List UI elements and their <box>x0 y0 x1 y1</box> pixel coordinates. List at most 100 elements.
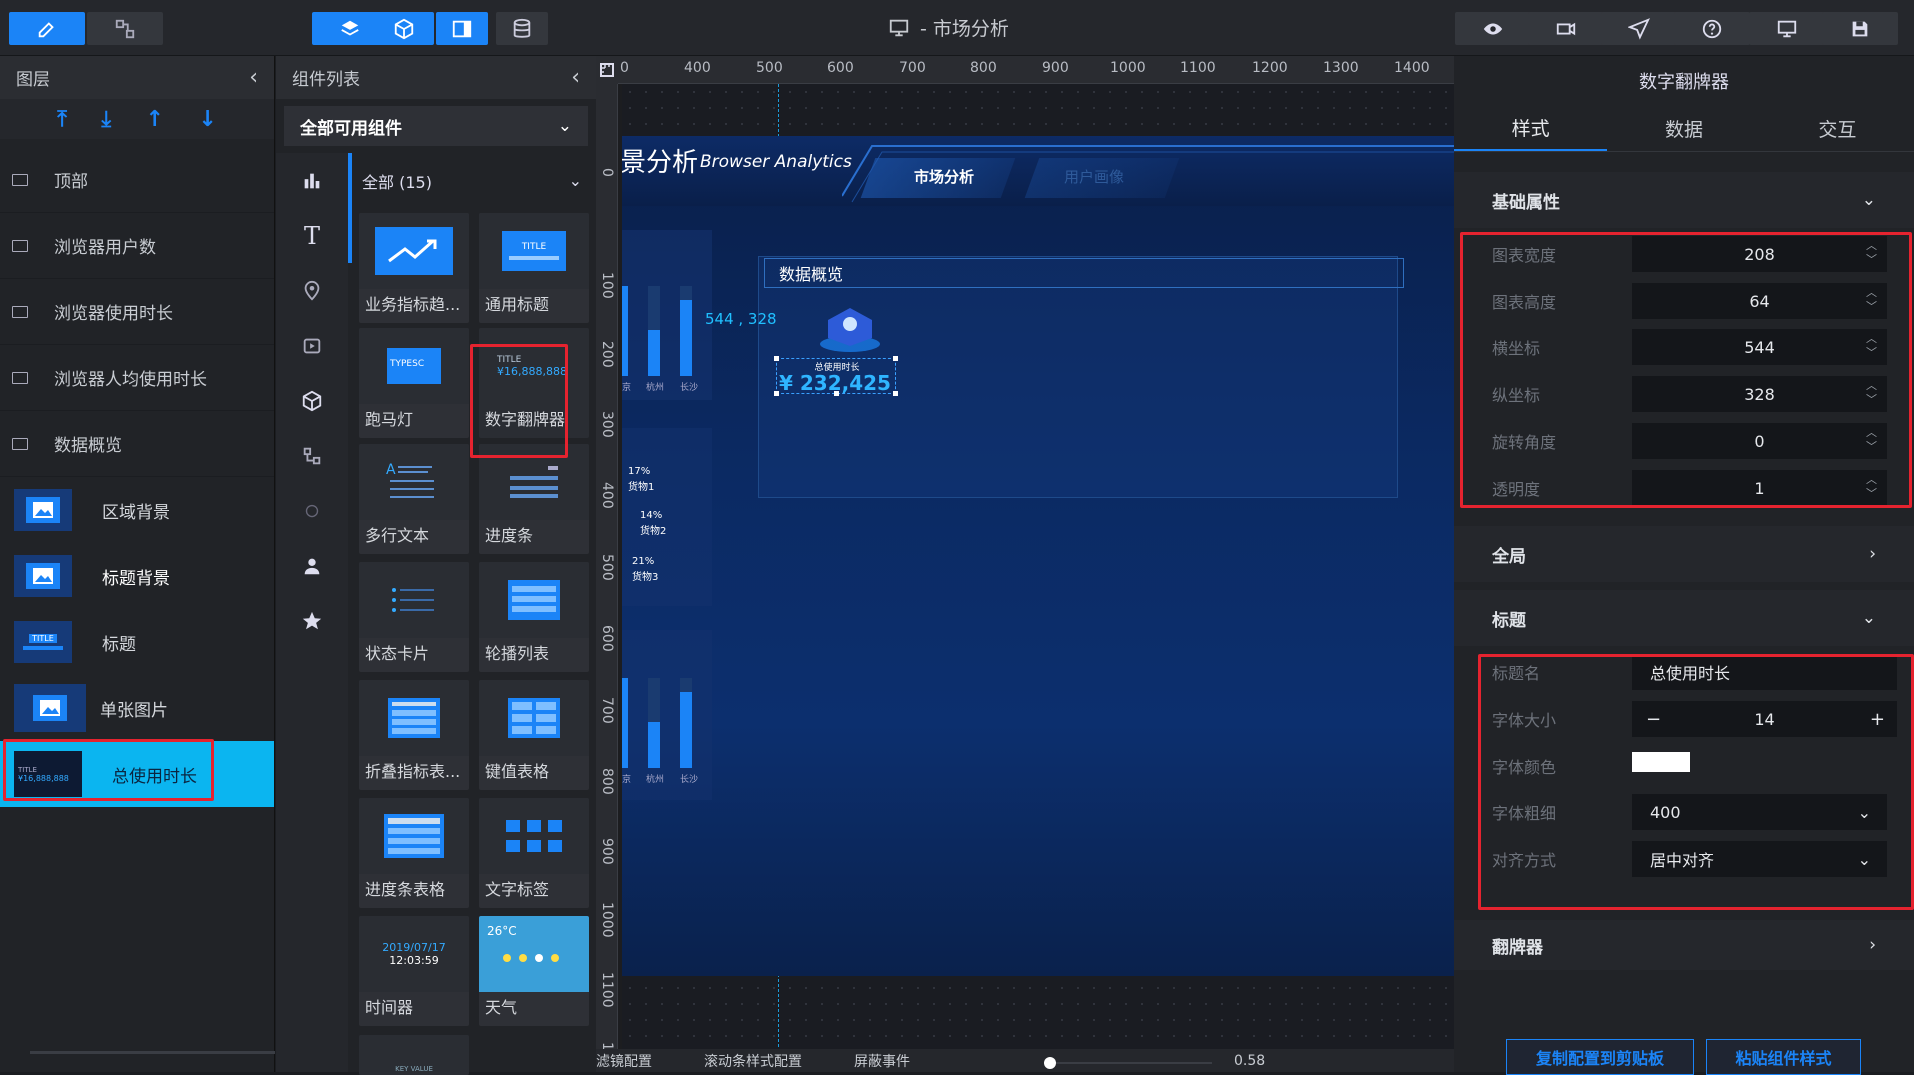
category-favorite[interactable] <box>276 593 348 648</box>
category-media[interactable] <box>276 318 348 373</box>
font-size-stepper[interactable]: − 14 + <box>1632 701 1897 737</box>
database-button[interactable] <box>496 12 548 45</box>
tab-style[interactable]: 样式 <box>1454 106 1608 151</box>
x-input[interactable]: 544 ︿ ﹀ <box>1632 329 1887 365</box>
config-toggle-button[interactable] <box>436 12 488 45</box>
height-input[interactable]: 64 ︿ ﹀ <box>1632 283 1887 319</box>
section-global[interactable]: 全局 › <box>1454 526 1914 582</box>
category-text[interactable]: T <box>276 208 348 263</box>
y-input[interactable]: 328 ︿ ﹀ <box>1632 376 1887 412</box>
layer-scrollbar[interactable] <box>30 1051 275 1054</box>
plus-icon[interactable]: + <box>1870 709 1885 730</box>
resize-handle[interactable] <box>774 356 779 361</box>
layer-item[interactable]: 标题背景 <box>0 543 274 609</box>
font-color-swatch[interactable] <box>1632 752 1690 772</box>
layer-item-selected[interactable]: TITLE ¥16,888,888 总使用时长 <box>0 741 274 807</box>
prop-label: 字体颜色 <box>1492 758 1557 777</box>
align-select[interactable]: 居中对齐 ⌄ <box>1632 841 1887 877</box>
category-header[interactable]: 全部 (15) ⌄ <box>348 153 596 208</box>
tab-data[interactable]: 数据 <box>1607 106 1760 151</box>
component-card[interactable]: 进度条表格 <box>359 798 469 908</box>
stepper-icon[interactable]: ︿ ﹀ <box>1866 286 1877 314</box>
save-button[interactable] <box>1822 12 1898 45</box>
prop-x: 横坐标 544 ︿ ﹀ <box>1492 329 1902 365</box>
filter-config-tab[interactable]: 滤镜配置 <box>596 1051 652 1071</box>
resize-handle[interactable] <box>774 391 779 396</box>
section-title[interactable]: 标题 ⌄ <box>1454 590 1914 646</box>
tab-interaction[interactable]: 交互 <box>1761 106 1914 151</box>
minus-icon[interactable]: − <box>1646 709 1661 730</box>
resize-handle[interactable] <box>834 391 839 396</box>
components-toggle-button[interactable] <box>374 12 434 45</box>
section-flipper[interactable]: 翻牌器 › <box>1454 920 1914 970</box>
component-card[interactable]: 状态卡片 <box>359 562 469 672</box>
component-card[interactable]: 26°C 天气 <box>479 916 589 1026</box>
category-map[interactable] <box>276 263 348 318</box>
component-card[interactable]: TYPESC 跑马灯 <box>359 328 469 438</box>
move-up-icon[interactable]: ↑ <box>145 107 163 132</box>
flipper-component-selected[interactable]: 总使用时长 ¥ 232,425 <box>774 356 898 396</box>
layer-item[interactable]: 单张图片 <box>0 675 274 741</box>
component-card-flipper[interactable]: TITLE ¥16,888,888 数字翻牌器 <box>479 328 589 438</box>
move-down-icon[interactable]: ↓ <box>198 107 216 132</box>
collapse-left-icon[interactable]: ‹ <box>249 65 258 90</box>
layer-item[interactable]: 区域背景 <box>0 477 274 543</box>
edit-mode-button[interactable] <box>9 12 85 45</box>
layer-folder[interactable]: 浏览器人均使用时长 <box>0 345 274 411</box>
paste-style-button[interactable]: 粘贴组件样式 <box>1706 1039 1861 1075</box>
component-card[interactable]: 2019/07/17 12:03:59 时间器 <box>359 916 469 1026</box>
stepper-icon[interactable]: ︿ ﹀ <box>1866 332 1877 360</box>
screen-button[interactable] <box>1749 12 1825 45</box>
category-chart[interactable] <box>276 153 348 208</box>
record-button[interactable] <box>1528 12 1604 45</box>
stepper-icon[interactable]: ︿ ﹀ <box>1866 239 1877 267</box>
category-user[interactable] <box>276 538 348 593</box>
layer-folder[interactable]: 顶部 <box>0 147 274 213</box>
zoom-slider[interactable] <box>1048 1062 1212 1064</box>
help-button[interactable] <box>1674 12 1750 45</box>
stepper-icon[interactable]: ︿ ﹀ <box>1866 379 1877 407</box>
component-card[interactable]: 折叠指标表... <box>359 680 469 790</box>
component-card[interactable]: KEY VALUE <box>359 1035 469 1075</box>
resize-handle[interactable] <box>893 356 898 361</box>
width-input[interactable]: 208 ︿ ﹀ <box>1632 236 1887 272</box>
section-basic[interactable]: 基础属性 ⌄ <box>1454 172 1914 228</box>
move-to-top-icon[interactable]: ⤒ <box>57 107 67 132</box>
component-card[interactable]: 文字标签 <box>479 798 589 908</box>
component-card[interactable]: 进度条 <box>479 444 589 554</box>
category-relation[interactable] <box>276 428 348 483</box>
component-card[interactable]: TITLE 通用标题 <box>479 213 589 323</box>
component-filter-select[interactable]: 全部可用组件 ⌄ <box>284 106 588 146</box>
font-weight-select[interactable]: 400 ⌄ <box>1632 794 1887 830</box>
canvas-stage[interactable]: 景分析 Browser Analytics 市场分析 用户画像 京 杭州 长沙 … <box>622 84 1454 1072</box>
zoom-slider-handle[interactable] <box>1044 1057 1056 1069</box>
database-icon <box>513 18 531 38</box>
component-card[interactable]: 业务指标趋... <box>359 213 469 323</box>
component-card[interactable]: A 多行文本 <box>359 444 469 554</box>
preview-button[interactable] <box>1455 12 1531 45</box>
resize-handle[interactable] <box>893 391 898 396</box>
category-other[interactable] <box>276 483 348 538</box>
layer-folder[interactable]: 数据概览 <box>0 411 274 477</box>
title-name-input[interactable]: 总使用时长 <box>1632 654 1897 690</box>
component-card[interactable]: 键值表格 <box>479 680 589 790</box>
editor-canvas[interactable]: 0 400 500 600 700 800 900 1000 1100 1200… <box>596 56 1454 1072</box>
block-event-tab[interactable]: 屏蔽事件 <box>854 1051 910 1071</box>
category-3d[interactable] <box>276 373 348 428</box>
move-to-bottom-icon[interactable]: ⤓ <box>101 107 111 132</box>
opacity-input[interactable]: 1 ︿ ﹀ <box>1632 470 1887 506</box>
flow-mode-button[interactable] <box>87 12 163 45</box>
layer-folder[interactable]: 浏览器用户数 <box>0 213 274 279</box>
scrollbar-style-tab[interactable]: 滚动条样式配置 <box>704 1051 802 1071</box>
top-toolbar: - 市场分析 <box>0 0 1914 56</box>
ruler-corner[interactable] <box>596 56 618 84</box>
layer-folder[interactable]: 浏览器使用时长 <box>0 279 274 345</box>
layer-item[interactable]: TITLE 标题 <box>0 609 274 675</box>
collapse-left-icon[interactable]: ‹ <box>571 65 580 90</box>
copy-config-button[interactable]: 复制配置到剪贴板 <box>1506 1039 1694 1075</box>
stepper-icon[interactable]: ︿ ﹀ <box>1866 473 1877 501</box>
rotation-input[interactable]: 0 ︿ ﹀ <box>1632 423 1887 459</box>
stepper-icon[interactable]: ︿ ﹀ <box>1866 426 1877 454</box>
publish-button[interactable] <box>1601 12 1677 45</box>
component-card[interactable]: 轮播列表 <box>479 562 589 672</box>
